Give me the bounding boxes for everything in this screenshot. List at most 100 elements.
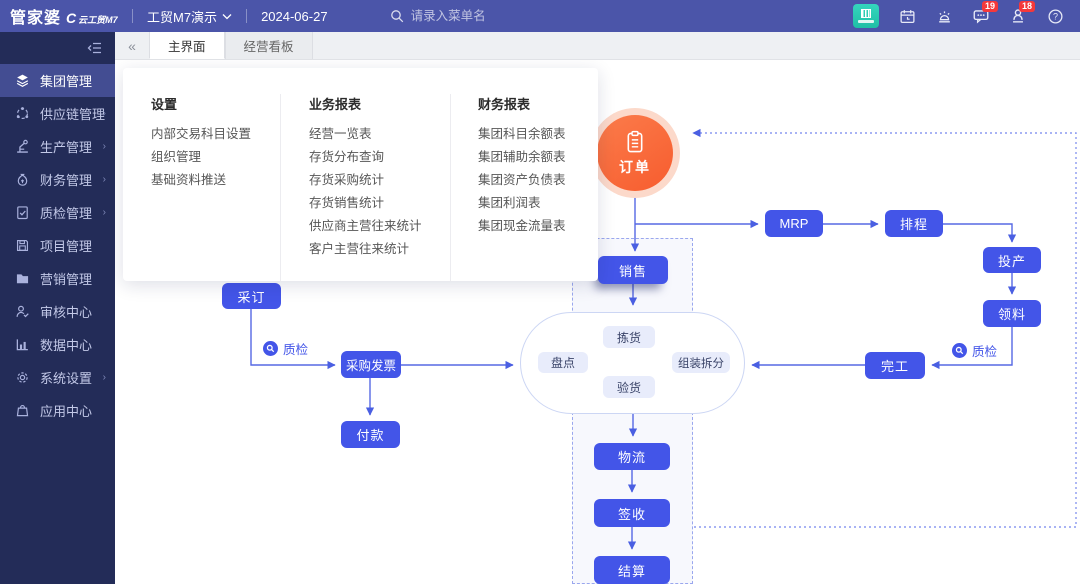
menu-item-group-account-balance[interactable]: 集团科目余额表 — [478, 123, 598, 146]
menu-item-group-income-statement[interactable]: 集团利润表 — [478, 192, 598, 215]
tabs-scroll-left-icon[interactable]: « — [115, 32, 149, 59]
flow-node-stocktaking[interactable]: 盘点 — [538, 352, 588, 373]
finance-icon — [15, 172, 30, 187]
flow-node-inspection[interactable]: 验货 — [603, 376, 655, 398]
sidebar-item-audit[interactable]: 审核中心 — [0, 295, 115, 328]
flow-node-purchase-order[interactable]: 采订 — [222, 283, 281, 309]
qrcode-promo-icon[interactable] — [853, 4, 879, 28]
sidebar-item-supply-chain[interactable]: 供应链管理 › — [0, 97, 115, 130]
calendar-button[interactable] — [898, 7, 916, 25]
flow-node-assembly-split[interactable]: 组装拆分 — [672, 352, 730, 373]
quality-check-chip: 质检 — [263, 339, 308, 358]
sidebar-item-production[interactable]: 生产管理 › — [0, 130, 115, 163]
sidebar: 集团管理 供应链管理 › 生产管理 › 财务管理 › 质检管理 › 项目管理 营… — [0, 32, 115, 584]
contacts-button[interactable]: 18 — [1009, 7, 1027, 25]
qrcode-pixels — [861, 9, 871, 18]
topbar: 管家婆 C 云工贸M7 工贸M7演示 2024-06-27 19 18 — [0, 0, 1080, 32]
calendar-icon — [899, 8, 916, 25]
menu-section-header: 设置 — [151, 94, 280, 113]
sidebar-item-label: 审核中心 — [40, 302, 92, 321]
sidebar-item-label: 应用中心 — [40, 401, 92, 420]
sidebar-item-apps[interactable]: 应用中心 — [0, 394, 115, 427]
gear-icon — [15, 370, 30, 385]
menu-item-group-aux-balance[interactable]: 集团辅助余额表 — [478, 146, 598, 169]
message-count-badge: 19 — [982, 1, 998, 12]
logo-c-mark: C — [66, 10, 76, 26]
flow-node-picking[interactable]: 拣货 — [603, 326, 655, 348]
chevron-down-icon — [222, 13, 232, 20]
menu-item-supplier-dealings-stats[interactable]: 供应商主营往来统计 — [309, 215, 450, 238]
menu-item-group-balance-sheet[interactable]: 集团资产负债表 — [478, 169, 598, 192]
menu-item-inventory-distribution[interactable]: 存货分布查询 — [309, 146, 450, 169]
menu-item-org-management[interactable]: 组织管理 — [151, 146, 280, 169]
quality-check-label: 质检 — [283, 339, 308, 358]
help-button[interactable]: ? — [1046, 7, 1064, 25]
menu-section-header: 财务报表 — [478, 94, 598, 113]
flow-node-sales[interactable]: 销售 — [598, 256, 668, 284]
tabbar: « 主界面 经营看板 — [115, 32, 1080, 60]
quality-magnifier-icon — [952, 343, 967, 358]
audit-person-check-icon — [15, 304, 30, 319]
menu-item-internal-account-setup[interactable]: 内部交易科目设置 — [151, 123, 280, 146]
quality-check-label: 质检 — [972, 341, 997, 360]
sidebar-item-system[interactable]: 系统设置 › — [0, 361, 115, 394]
chevron-right-icon: › — [103, 207, 106, 218]
app-logo: 管家婆 C 云工贸M7 — [0, 4, 118, 28]
search-input[interactable] — [411, 9, 521, 23]
tab-dashboard[interactable]: 经营看板 — [225, 32, 313, 59]
sidebar-item-label: 生产管理 — [40, 137, 92, 156]
sidebar-item-quality[interactable]: 质检管理 › — [0, 196, 115, 229]
flow-node-mrp[interactable]: MRP — [765, 210, 823, 237]
sidebar-item-label: 供应链管理 — [40, 104, 105, 123]
flow-node-to-production[interactable]: 投产 — [983, 247, 1041, 273]
chevron-right-icon: › — [103, 174, 106, 185]
sidebar-item-label: 系统设置 — [40, 368, 92, 387]
sidebar-item-label: 集团管理 — [40, 71, 92, 90]
chevron-right-icon: › — [103, 108, 106, 119]
quality-magnifier-icon — [263, 341, 278, 356]
flow-node-sign-off[interactable]: 签收 — [594, 499, 670, 527]
apps-bag-icon — [15, 403, 30, 418]
logo-brand-text: 管家婆 — [10, 4, 61, 28]
chevron-right-icon: › — [103, 372, 106, 383]
order-label: 订单 — [619, 157, 651, 177]
menu-section-header: 业务报表 — [309, 94, 450, 113]
sidebar-collapse-icon[interactable] — [87, 41, 103, 55]
chevron-right-icon: › — [103, 141, 106, 152]
sidebar-item-label: 项目管理 — [40, 236, 92, 255]
contact-count-badge: 18 — [1019, 1, 1035, 12]
alarm-button[interactable] — [935, 7, 953, 25]
help-icon: ? — [1047, 8, 1064, 25]
flow-node-payment[interactable]: 付款 — [341, 421, 400, 448]
menu-item-group-cashflow-statement[interactable]: 集团现金流量表 — [478, 215, 598, 238]
flow-node-order[interactable]: 订单 — [590, 108, 680, 198]
messages-button[interactable]: 19 — [972, 7, 990, 25]
sidebar-item-label: 财务管理 — [40, 170, 92, 189]
workspace-name: 工贸M7演示 — [147, 7, 217, 26]
menu-item-customer-dealings-stats[interactable]: 客户主营往来统计 — [309, 238, 450, 261]
marketing-folder-icon — [15, 271, 30, 286]
flow-node-settlement[interactable]: 结算 — [594, 556, 670, 584]
flow-node-purchase-invoice[interactable]: 采购发票 — [341, 351, 401, 378]
sidebar-item-data[interactable]: 数据中心 — [0, 328, 115, 361]
qrcode-caption-bar — [858, 20, 874, 23]
sidebar-item-group[interactable]: 集团管理 — [0, 64, 115, 97]
sidebar-item-project[interactable]: 项目管理 — [0, 229, 115, 262]
svg-text:?: ? — [1052, 11, 1057, 21]
sidebar-item-marketing[interactable]: 营销管理 — [0, 262, 115, 295]
sidebar-item-finance[interactable]: 财务管理 › — [0, 163, 115, 196]
menu-item-business-overview[interactable]: 经营一览表 — [309, 123, 450, 146]
menu-item-inventory-purchase-stats[interactable]: 存货采购统计 — [309, 169, 450, 192]
layers-icon — [15, 73, 30, 88]
flow-node-scheduling[interactable]: 排程 — [885, 210, 943, 237]
menu-item-base-data-push[interactable]: 基础资料推送 — [151, 169, 280, 192]
flow-node-material-requisition[interactable]: 领料 — [983, 300, 1041, 327]
tab-main[interactable]: 主界面 — [149, 32, 225, 59]
flow-node-logistics[interactable]: 物流 — [594, 443, 670, 470]
quality-check-chip: 质检 — [952, 341, 997, 360]
menu-item-inventory-sales-stats[interactable]: 存货销售统计 — [309, 192, 450, 215]
workspace-selector[interactable]: 工贸M7演示 — [147, 7, 232, 26]
menu-search[interactable] — [390, 9, 521, 23]
main-content: 订单 采订 采购发票 付款 销售 MRP 排程 投产 领料 完工 物流 签收 结… — [115, 60, 1080, 584]
flow-node-completion[interactable]: 完工 — [865, 352, 925, 379]
